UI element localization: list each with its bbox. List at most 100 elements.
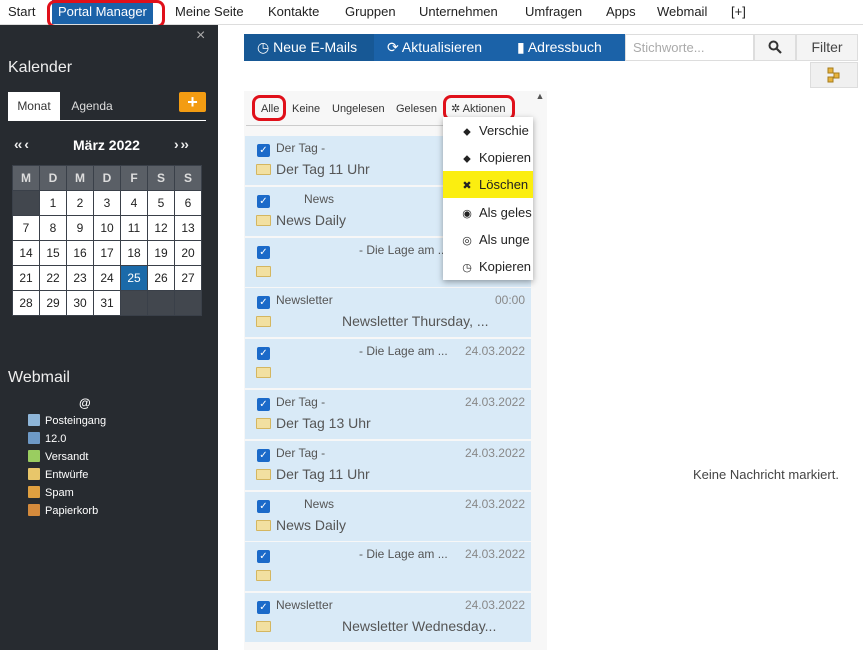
nav-apps[interactable]: Apps <box>606 0 636 24</box>
nav-kontakte[interactable]: Kontakte <box>268 0 319 24</box>
calendar-day[interactable]: 10 <box>93 215 121 241</box>
calendar-day[interactable]: 13 <box>174 215 202 241</box>
calendar-day[interactable]: 7 <box>12 215 40 241</box>
annotation-ring-portal-manager <box>47 0 165 28</box>
calendar-day[interactable]: 4 <box>120 190 148 216</box>
calendar-day[interactable]: 14 <box>12 240 40 266</box>
calendar-day[interactable]: 1 <box>39 190 67 216</box>
nav-more[interactable]: [+] <box>731 0 746 24</box>
nav-unternehmen[interactable]: Unternehmen <box>419 0 498 24</box>
calendar-day[interactable]: 6 <box>174 190 202 216</box>
message-row[interactable]: ✓ Der Tag - 24.03.2022 Der Tag 13 Uhr <box>245 390 531 439</box>
scroll-up-icon[interactable]: ▲ <box>534 91 546 103</box>
folder-drafts[interactable]: Entwürfe <box>28 467 88 483</box>
calendar-day[interactable]: 28 <box>12 290 40 316</box>
message-sender: Newsletter <box>276 293 333 308</box>
calendar-day[interactable]: 3 <box>93 190 121 216</box>
row-checkbox[interactable]: ✓ <box>257 347 270 361</box>
action-item-4[interactable]: ◎ Als unge <box>443 226 533 253</box>
calendar-empty-cell <box>147 290 175 316</box>
calendar-day[interactable]: 24 <box>93 265 121 291</box>
calendar-today[interactable]: 25 <box>120 265 148 291</box>
message-sender: - Die Lage am ... <box>359 547 448 562</box>
row-checkbox[interactable]: ✓ <box>257 245 270 259</box>
filter-unread[interactable]: Ungelesen <box>332 101 385 117</box>
refresh-icon: ⟳ <box>387 39 399 55</box>
calendar-day[interactable]: 15 <box>39 240 67 266</box>
account-label[interactable]: @ <box>79 396 91 410</box>
filter-read[interactable]: Gelesen <box>396 101 437 117</box>
calendar-day[interactable]: 30 <box>66 290 94 316</box>
envelope-icon <box>256 265 271 277</box>
message-row[interactable]: ✓ News 24.03.2022 News Daily <box>245 491 531 541</box>
action-item-1[interactable]: ⬥ Kopieren <box>443 144 533 171</box>
message-row[interactable]: ✓ Newsletter 00:00 Newsletter Thursday, ... <box>245 288 531 338</box>
message-row[interactable]: ✓ Newsletter 24.03.2022 Newsletter Wednesda… <box>245 593 531 643</box>
nav-umfragen[interactable]: Umfragen <box>525 0 582 24</box>
calendar-day[interactable]: 12 <box>147 215 175 241</box>
add-event-button[interactable]: + <box>179 92 206 112</box>
tab-agenda[interactable]: Agenda <box>62 92 122 120</box>
calendar-day[interactable]: 23 <box>66 265 94 291</box>
folder-inbox[interactable]: Posteingang <box>28 413 106 429</box>
calendar-day[interactable]: 22 <box>39 265 67 291</box>
row-checkbox[interactable]: ✓ <box>257 499 270 513</box>
message-row[interactable]: ✓ Der Tag - 24.03.2022 Der Tag 11 Uhr <box>245 440 531 490</box>
nav-gruppen[interactable]: Gruppen <box>345 0 396 24</box>
calendar-day[interactable]: 31 <box>93 290 121 316</box>
row-checkbox[interactable]: ✓ <box>257 144 270 157</box>
message-sender: News <box>304 496 335 511</box>
calendar-day[interactable]: 8 <box>39 215 67 241</box>
refresh-button[interactable]: ⟳ Aktualisieren <box>374 34 504 61</box>
tab-month[interactable]: Monat <box>8 92 60 120</box>
row-checkbox[interactable]: ✓ <box>257 550 270 564</box>
message-subject: Der Tag 11 Uhr <box>276 161 370 177</box>
envelope-icon <box>256 164 271 175</box>
prev-month-button[interactable]: ‹‹ ‹ <box>14 136 29 152</box>
new-mails-button[interactable]: ◷ Neue E-Mails <box>244 34 374 61</box>
nav-start[interactable]: Start <box>8 0 35 24</box>
times-icon: ✖ <box>462 180 472 193</box>
row-checkbox[interactable]: ✓ <box>257 398 270 411</box>
close-icon[interactable]: × <box>196 27 205 45</box>
folder-trash[interactable]: Papierkorb <box>28 503 98 519</box>
addressbook-button[interactable]: ▮ Adressbuch <box>504 34 625 61</box>
calendar-day[interactable]: 26 <box>147 265 175 291</box>
clock-icon: ◷ <box>257 39 270 55</box>
action-item-0[interactable]: ⬥ Verschie <box>443 117 533 144</box>
calendar-day[interactable]: 27 <box>174 265 202 291</box>
envelope-icon <box>256 367 271 379</box>
folder-spam[interactable]: Spam <box>28 485 74 501</box>
message-row[interactable]: ✓ - Die Lage am ... 24.03.2022 <box>245 542 531 592</box>
calendar-day[interactable]: 18 <box>120 240 148 266</box>
layout-toggle-button[interactable] <box>810 62 858 88</box>
calendar-day[interactable]: 29 <box>39 290 67 316</box>
calendar-day[interactable]: 19 <box>147 240 175 266</box>
calendar-day[interactable]: 21 <box>12 265 40 291</box>
nav-webmail[interactable]: Webmail <box>657 0 707 24</box>
calendar-day[interactable]: 2 <box>66 190 94 216</box>
filter-button[interactable]: Filter <box>796 34 858 61</box>
calendar-day[interactable]: 20 <box>174 240 202 266</box>
next-month-button[interactable]: › ›› <box>174 136 189 152</box>
folder-12[interactable]: 12.0 <box>28 431 66 447</box>
calendar-day[interactable]: 5 <box>147 190 175 216</box>
filter-none[interactable]: Keine <box>292 101 320 117</box>
calendar-day[interactable]: 11 <box>120 215 148 241</box>
action-item-5[interactable]: ◷ Kopieren <box>443 253 533 280</box>
row-checkbox[interactable]: ✓ <box>257 448 270 462</box>
row-checkbox[interactable]: ✓ <box>257 194 270 208</box>
row-checkbox[interactable]: ✓ <box>257 601 270 615</box>
calendar-day[interactable]: 16 <box>66 240 94 266</box>
action-item-3[interactable]: ◉ Als geles <box>443 199 533 226</box>
search-input[interactable]: Stichworte... <box>625 34 754 61</box>
calendar-day[interactable]: 17 <box>93 240 121 266</box>
folder-sent[interactable]: Versandt <box>28 449 88 465</box>
envelope-icon <box>256 570 271 582</box>
message-row[interactable]: ✓ - Die Lage am ... 24.03.2022 <box>245 339 531 389</box>
nav-meine-seite[interactable]: Meine Seite <box>175 0 244 24</box>
calendar-day[interactable]: 9 <box>66 215 94 241</box>
row-checkbox[interactable]: ✓ <box>257 296 270 310</box>
search-button[interactable] <box>754 34 796 61</box>
action-item-2[interactable]: ✖ Löschen <box>443 171 533 199</box>
